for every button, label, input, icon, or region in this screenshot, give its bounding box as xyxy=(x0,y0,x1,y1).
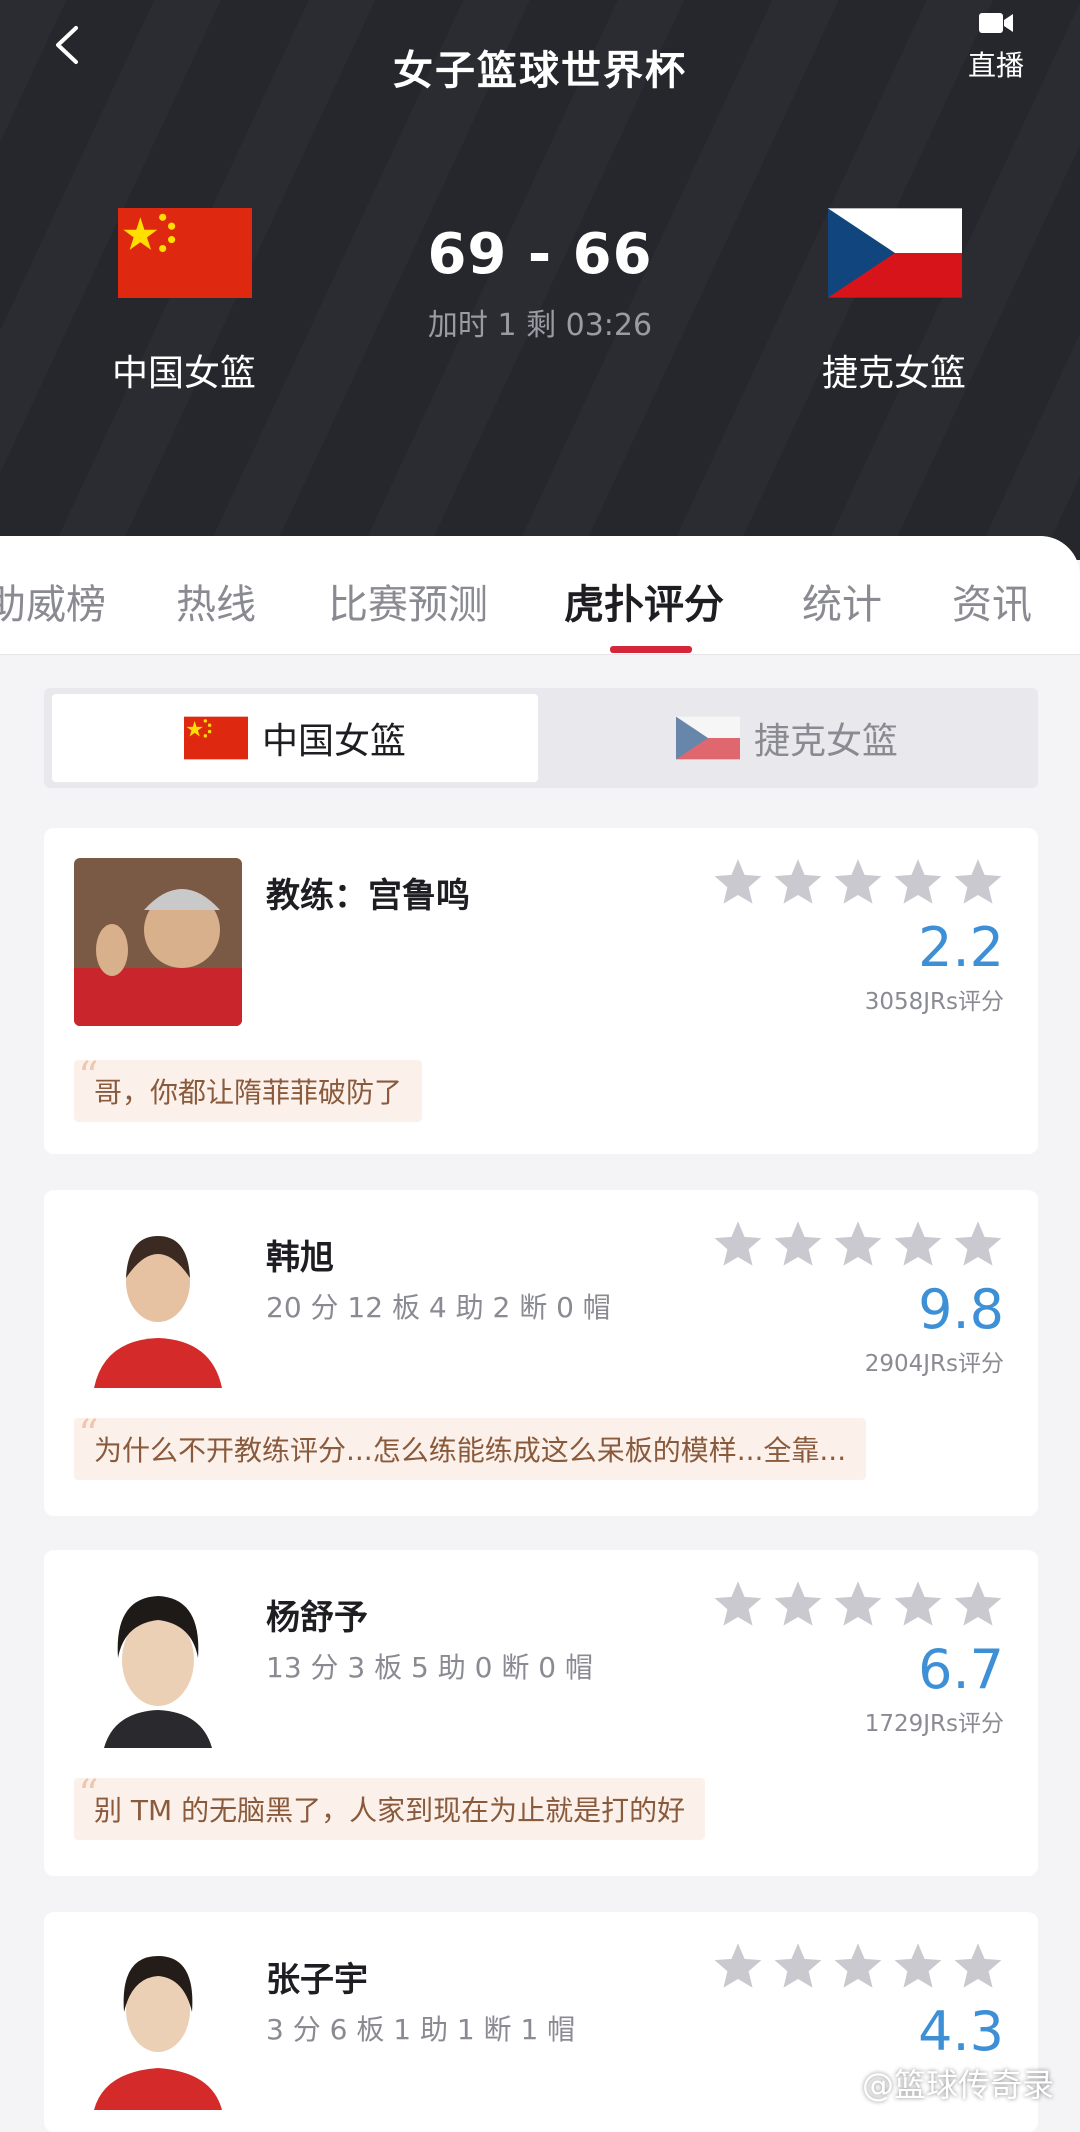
home-team-name: 中国女篮 xyxy=(111,353,256,394)
player-stats: 13 分 3 板 5 助 0 断 0 帽 xyxy=(266,1651,593,1684)
star-icon[interactable] xyxy=(832,1578,884,1630)
player-name: 教练：宫鲁鸣 xyxy=(266,876,470,916)
star-rating[interactable] xyxy=(712,856,1004,908)
star-icon[interactable] xyxy=(892,1218,944,1270)
rating-score: 2.2 xyxy=(918,916,1004,979)
top-comment[interactable]: “ 哥，你都让隋菲菲破防了 xyxy=(74,1054,423,1122)
player-avatar xyxy=(74,1220,242,1388)
match-header: 女子篮球世界杯 直播 中国女篮 69 - 66 加时 1 剩 03:26 捷克女… xyxy=(0,0,1080,560)
czech-flag-icon xyxy=(828,208,962,298)
star-icon[interactable] xyxy=(892,856,944,908)
coach-avatar xyxy=(74,858,242,1026)
team-switch-czech[interactable]: 捷克女篮 xyxy=(544,694,1030,782)
away-team-name: 捷克女篮 xyxy=(821,353,966,394)
team-switch-czech-label: 捷克女篮 xyxy=(753,721,898,762)
rating-score: 9.8 xyxy=(918,1278,1004,1341)
team-switch-china-label: 中国女篮 xyxy=(261,721,406,762)
star-rating[interactable] xyxy=(712,1940,1004,1992)
star-icon[interactable] xyxy=(892,1940,944,1992)
tab-hotline[interactable]: 热线 xyxy=(176,572,256,630)
player-avatar xyxy=(74,1942,242,2110)
rating-score: 4.3 xyxy=(918,2000,1004,2063)
player-avatar xyxy=(74,1580,242,1748)
star-icon[interactable] xyxy=(772,1218,824,1270)
tab-bar: 助威榜 热线 比赛预测 虎扑评分 统计 资讯 xyxy=(0,536,1080,655)
rating-card[interactable]: 教练：宫鲁鸣 2.2 3058JRs评分 “ 哥，你都让隋菲菲破防了 xyxy=(44,828,1038,1154)
page-title: 女子篮球世界杯 xyxy=(393,48,687,94)
tab-hupu-rating[interactable]: 虎扑评分 xyxy=(564,572,724,630)
comment-text: 哥，你都让隋菲菲破防了 xyxy=(94,1076,403,1109)
rating-votes: 3058JRs评分 xyxy=(864,989,1004,1015)
rating-card[interactable]: 杨舒予 13 分 3 板 5 助 0 断 0 帽 6.7 1729JRs评分 “… xyxy=(44,1550,1038,1876)
comment-text: 别 TM 的无脑黑了，人家到现在为止就是打的好 xyxy=(94,1794,686,1827)
comment-text: 为什么不开教练评分...怎么练能练成这么呆板的模样...全靠... xyxy=(94,1434,847,1467)
star-icon[interactable] xyxy=(772,1578,824,1630)
china-flag-icon xyxy=(183,716,248,760)
star-icon[interactable] xyxy=(832,1940,884,1992)
star-icon[interactable] xyxy=(952,1218,1004,1270)
star-icon[interactable] xyxy=(832,1218,884,1270)
rating-score: 6.7 xyxy=(918,1638,1004,1701)
star-icon[interactable] xyxy=(772,1940,824,1992)
active-tab-indicator xyxy=(610,646,692,653)
star-icon[interactable] xyxy=(772,856,824,908)
czech-flag-icon xyxy=(675,716,740,760)
player-name: 韩旭 xyxy=(266,1238,334,1278)
player-stats: 20 分 12 板 4 助 2 断 0 帽 xyxy=(266,1291,611,1324)
watermark: @篮球传奇录 xyxy=(861,2066,1054,2104)
rating-votes: 2904JRs评分 xyxy=(864,1351,1004,1377)
video-camera-icon xyxy=(979,13,1013,33)
live-button[interactable]: 直播 xyxy=(956,8,1036,84)
star-icon[interactable] xyxy=(712,856,764,908)
quote-icon: “ xyxy=(78,1772,99,1818)
player-name: 张子宇 xyxy=(266,1960,368,2000)
tab-news[interactable]: 资讯 xyxy=(952,572,1032,630)
tab-cheer[interactable]: 助威榜 xyxy=(0,572,106,630)
player-name: 杨舒予 xyxy=(266,1598,368,1638)
live-label: 直播 xyxy=(967,49,1024,82)
star-rating[interactable] xyxy=(712,1218,1004,1270)
star-icon[interactable] xyxy=(892,1578,944,1630)
star-rating[interactable] xyxy=(712,1578,1004,1630)
top-comment[interactable]: “ 别 TM 的无脑黑了，人家到现在为止就是打的好 xyxy=(74,1772,706,1840)
rating-votes: 1729JRs评分 xyxy=(864,1711,1004,1737)
quote-icon: “ xyxy=(78,1054,99,1100)
star-icon[interactable] xyxy=(712,1940,764,1992)
player-stats: 3 分 6 板 1 助 1 断 1 帽 xyxy=(266,2013,576,2046)
rating-card[interactable]: 韩旭 20 分 12 板 4 助 2 断 0 帽 9.8 2904JRs评分 “… xyxy=(44,1190,1038,1516)
tab-prediction[interactable]: 比赛预测 xyxy=(328,572,488,630)
star-icon[interactable] xyxy=(832,856,884,908)
tab-stats[interactable]: 统计 xyxy=(802,572,882,630)
top-comment[interactable]: “ 为什么不开教练评分...怎么练能练成这么呆板的模样...全靠... xyxy=(74,1412,867,1480)
star-icon[interactable] xyxy=(712,1578,764,1630)
team-switch: 中国女篮 捷克女篮 xyxy=(44,688,1038,788)
quote-icon: “ xyxy=(78,1412,99,1458)
star-icon[interactable] xyxy=(712,1218,764,1270)
game-status: 加时 1 剩 03:26 xyxy=(427,308,653,343)
star-icon[interactable] xyxy=(952,1578,1004,1630)
star-icon[interactable] xyxy=(952,856,1004,908)
team-switch-china[interactable]: 中国女篮 xyxy=(52,694,538,782)
star-icon[interactable] xyxy=(952,1940,1004,1992)
